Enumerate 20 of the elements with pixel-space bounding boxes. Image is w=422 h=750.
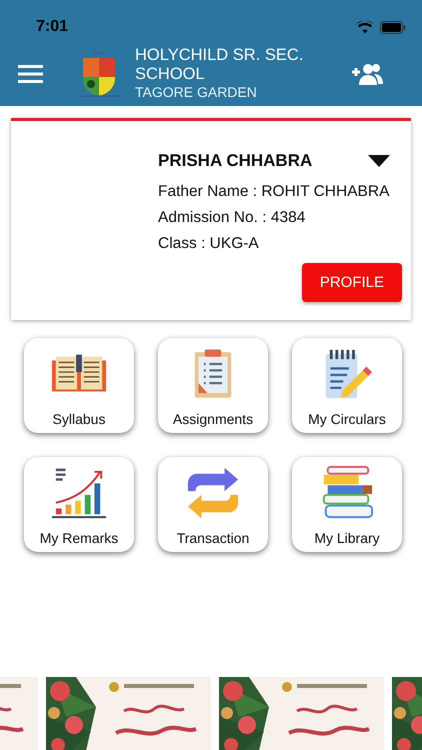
student-detail: Father Name : ROHIT CHHABRA: [158, 182, 390, 202]
battery-icon: [380, 20, 406, 34]
menu-icon[interactable]: [18, 64, 43, 84]
menu-tile[interactable]: Syllabus: [24, 338, 134, 433]
menu-tile[interactable]: My Library: [292, 457, 402, 552]
menu-tile[interactable]: My Circulars: [292, 338, 402, 433]
wifi-icon: [356, 20, 374, 34]
growth-chart-icon: [50, 466, 108, 520]
status-time: 7:01: [36, 18, 68, 36]
menu-tile[interactable]: My Remarks: [24, 457, 134, 552]
student-detail: Admission No. : 4384: [158, 208, 306, 228]
dropdown-caret-icon[interactable]: [367, 154, 391, 168]
student-detail: Class : UKG-A: [158, 234, 260, 254]
school-name: HOLYCHILD SR. SEC. SCHOOL: [135, 46, 304, 84]
school-branch: TAGORE GARDEN: [135, 84, 258, 101]
student-name: PRISHA CHHABRA: [158, 151, 312, 171]
menu-tile[interactable]: Transaction: [158, 457, 268, 552]
book-stack-icon: [320, 465, 374, 521]
menu-tile[interactable]: Assignments: [158, 338, 268, 433]
profile-button[interactable]: PROFILE: [302, 263, 402, 302]
